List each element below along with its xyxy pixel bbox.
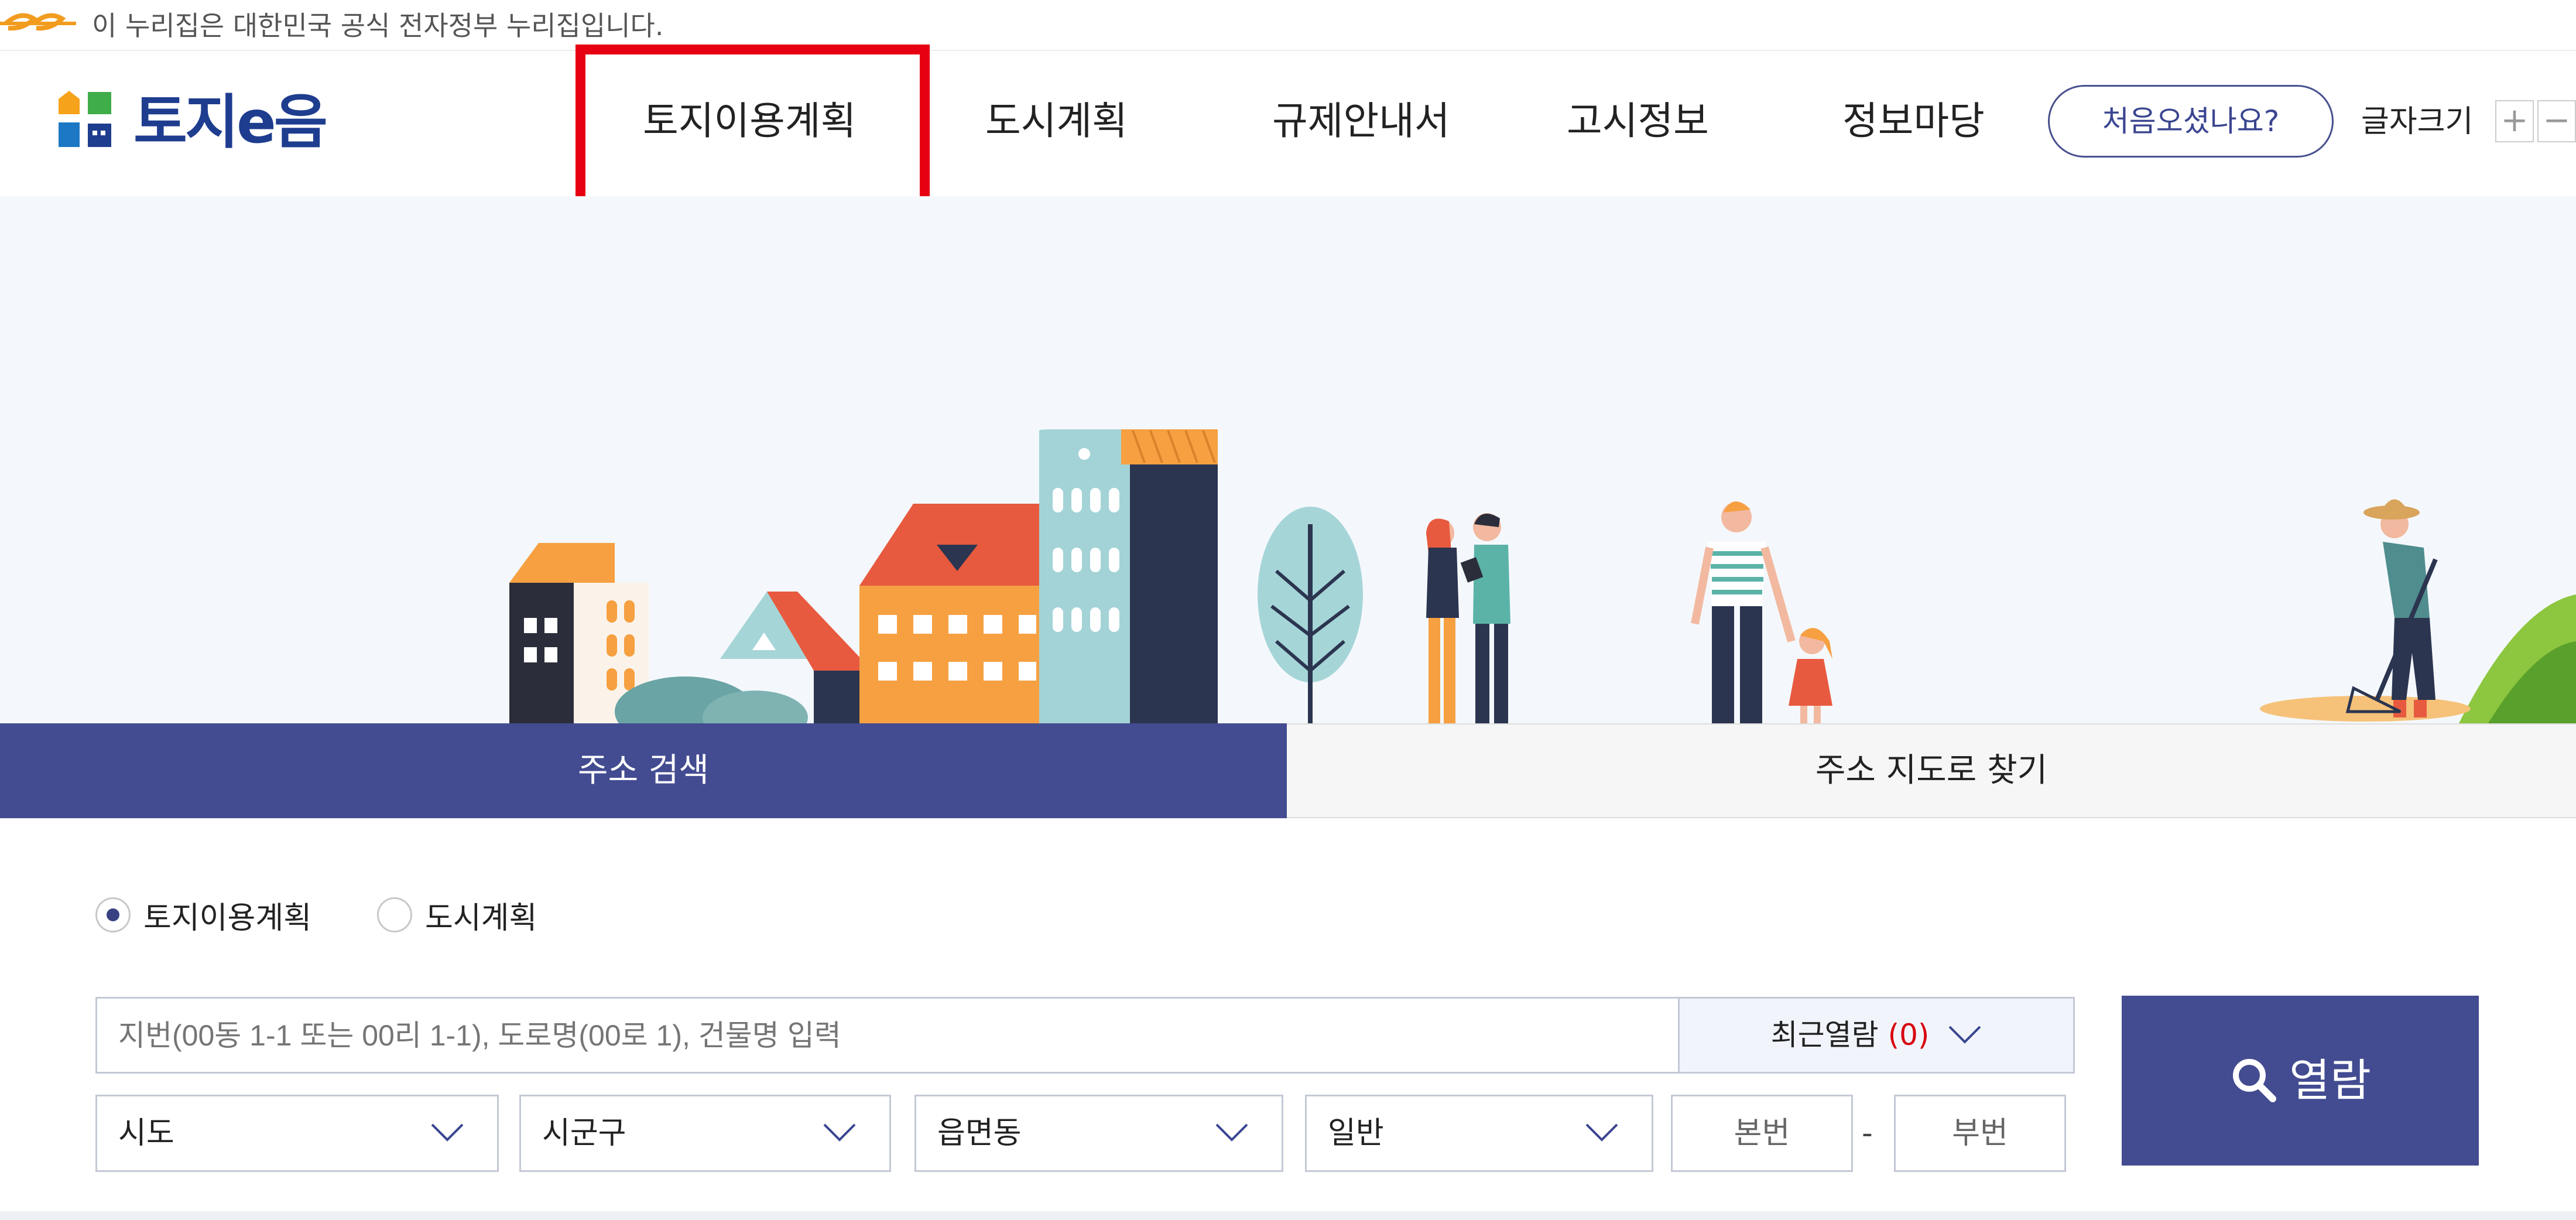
egov-logo-icon (0, 13, 76, 31)
sub-number-input[interactable]: 부번 (1894, 1095, 2066, 1172)
radio-label: 토지이용계획 (143, 900, 312, 936)
view-button[interactable]: 열람 (2122, 996, 2479, 1166)
search-icon (2233, 1059, 2277, 1102)
chevron-down-icon (431, 1123, 464, 1142)
hero-banner (0, 196, 2576, 723)
section-divider (0, 1211, 2576, 1220)
radio-urban-plan[interactable]: 도시계획 (377, 894, 537, 936)
font-increase-button[interactable]: + (2495, 100, 2534, 142)
select-sido[interactable]: 시도 (95, 1095, 499, 1172)
recent-views-count: (0) (1888, 1018, 1930, 1052)
select-sigungu[interactable]: 시군구 (519, 1095, 891, 1172)
select-label: 시도 (118, 1116, 174, 1151)
search-panel: 토지이용계획 도시계획 최근열람 (0) 시도 시군구 읍면동 일반 본번 - … (0, 818, 2576, 1220)
recent-views-label: 최근열람 (1770, 1018, 1879, 1052)
font-decrease-button[interactable]: − (2537, 100, 2576, 142)
chevron-down-icon (823, 1123, 856, 1142)
select-label: 시군구 (542, 1116, 626, 1151)
nav-urban-plan[interactable]: 도시계획 (985, 92, 1128, 151)
recent-views-dropdown[interactable]: 최근열람 (0) (1678, 997, 2075, 1074)
chevron-down-icon (1948, 1026, 1981, 1044)
logo-text: 토지e음 (133, 88, 328, 156)
font-size-label: 글자크기 (2361, 104, 2474, 139)
hero-illustration (509, 429, 2576, 723)
gov-banner: 이 누리집은 대한민국 공식 전자정부 누리집입니다. (0, 0, 2576, 51)
view-button-label: 열람 (2289, 1054, 2371, 1106)
main-number-input[interactable]: 본번 (1671, 1095, 1853, 1172)
select-label: 읍면동 (937, 1116, 1022, 1151)
site-logo[interactable]: 토지e음 (52, 87, 344, 158)
radio-land-use-plan[interactable]: 토지이용계획 (95, 894, 312, 936)
address-search-input[interactable] (95, 997, 1678, 1074)
tab-address-search[interactable]: 주소 검색 (0, 723, 1287, 818)
nav-regulation-guide[interactable]: 규제안내서 (1272, 92, 1450, 151)
nav-notice-info[interactable]: 고시정보 (1567, 92, 1709, 151)
radio-unchecked-icon (377, 897, 412, 932)
first-visit-button[interactable]: 처음오셨나요? (2048, 85, 2334, 158)
number-separator: - (1862, 1116, 1873, 1151)
radio-checked-icon (95, 897, 131, 932)
site-header: 토지e음 토지이용계획 도시계획 규제안내서 고시정보 정보마당 처음오셨나요?… (0, 51, 2576, 196)
chevron-down-icon (1215, 1123, 1248, 1142)
nav-info-square[interactable]: 정보마당 (1842, 92, 1985, 151)
tab-address-map-search[interactable]: 주소 지도로 찾기 (1287, 723, 2576, 818)
select-lot-type[interactable]: 일반 (1305, 1095, 1653, 1172)
gov-banner-text: 이 누리집은 대한민국 공식 전자정부 누리집입니다. (92, 10, 664, 42)
chevron-down-icon (1585, 1123, 1618, 1142)
select-label: 일반 (1328, 1116, 1384, 1151)
select-eupmyeondong[interactable]: 읍면동 (914, 1095, 1283, 1172)
nav-highlight-box (576, 45, 930, 214)
logo-mark-icon (59, 91, 111, 147)
radio-label: 도시계획 (425, 900, 537, 936)
